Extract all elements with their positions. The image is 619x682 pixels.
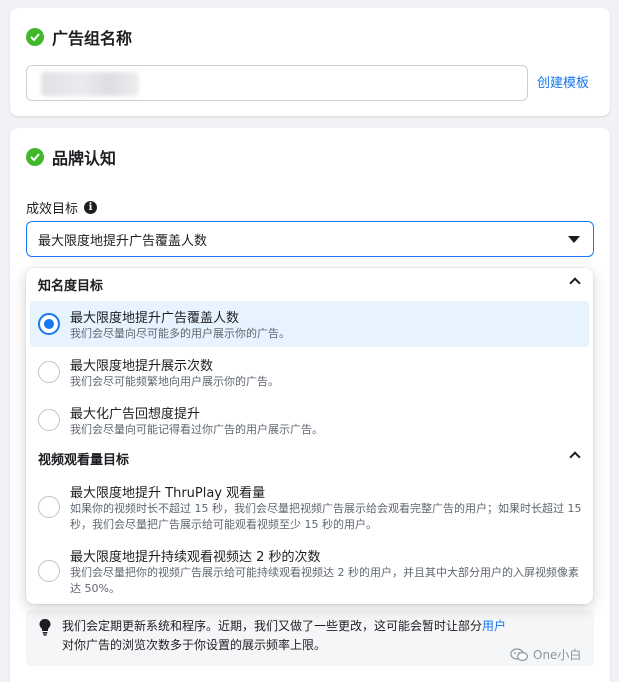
- group-header-label: 视频观看量目标: [38, 452, 130, 468]
- radio-selected[interactable]: [38, 313, 60, 335]
- group-header-awareness[interactable]: 知名度目标: [26, 271, 593, 297]
- ad-group-name-input[interactable]: [26, 65, 528, 101]
- check-circle-icon: [26, 148, 44, 166]
- brand-awareness-title: 品牌认知: [52, 149, 117, 168]
- option-title: 最大限度地提升展示次数: [70, 359, 214, 374]
- option-2s-continuous-views[interactable]: 最大限度地提升持续观看视频达 2 秒的次数 我们会尽量把你的视频广告展示给可能持…: [30, 540, 589, 600]
- notice-text: 我们会定期更新系统和程序。近期，我们又做了一些更改，这可能会暂时让部分用户 对你…: [62, 617, 582, 655]
- notice-text-after: 对你广告的浏览次数多于你设置的展示频率上限。: [62, 638, 327, 652]
- option-title: 最大限度地提升 ThruPlay 观看量: [70, 486, 266, 501]
- option-description: 如果你的视频时长不超过 15 秒，我们会尽量把视频广告展示给会观看完整广告的用户…: [70, 502, 582, 531]
- ad-group-name-title: 广告组名称: [52, 29, 133, 48]
- watermark: One小白: [510, 646, 581, 663]
- goal-label-row: 成效目标 i: [26, 198, 98, 217]
- ad-group-name-header: 广告组名称: [26, 25, 132, 49]
- radio-unselected[interactable]: [38, 560, 60, 582]
- option-description: 我们会尽量向可能记得看过你广告的用户展示广告。: [70, 423, 323, 436]
- option-title: 最大化广告回想度提升: [70, 407, 201, 422]
- watermark-text: One小白: [533, 648, 582, 662]
- group-header-video-views[interactable]: 视频观看量目标: [26, 445, 593, 471]
- notice-text-main: 我们会定期更新系统和程序。近期，我们又做了一些更改，这可能会暂时让部分: [62, 619, 483, 633]
- group-header-label: 知名度目标: [38, 278, 104, 294]
- create-template-link[interactable]: 创建模板: [537, 72, 589, 91]
- chevron-up-icon: [569, 451, 581, 463]
- option-maximize-impressions[interactable]: 最大限度地提升展示次数 我们会尽可能频繁地向用户展示你的广告。: [30, 349, 589, 395]
- option-ad-recall-lift[interactable]: 最大化广告回想度提升 我们会尽量向可能记得看过你广告的用户展示广告。: [30, 397, 589, 443]
- brand-awareness-header: 品牌认知: [26, 145, 116, 169]
- goal-dropdown-menu: 知名度目标 最大限度地提升广告覆盖人数 我们会尽量向尽可能多的用户展示你的广告。…: [26, 268, 593, 604]
- check-circle-icon: [26, 28, 44, 46]
- option-description: 我们会尽量把你的视频广告展示给可能持续观看视频达 2 秒的用户，并且其中大部分用…: [70, 566, 579, 595]
- radio-unselected[interactable]: [38, 361, 60, 383]
- radio-unselected[interactable]: [38, 409, 60, 431]
- option-title: 最大限度地提升广告覆盖人数: [70, 311, 240, 326]
- goal-select-value: 最大限度地提升广告覆盖人数: [38, 233, 208, 249]
- ad-group-name-card: 广告组名称 创建模板: [10, 8, 610, 116]
- system-update-notice: 我们会定期更新系统和程序。近期，我们又做了一些更改，这可能会暂时让部分用户 对你…: [26, 610, 594, 666]
- wechat-icon: [510, 647, 528, 661]
- radio-unselected[interactable]: [38, 496, 60, 518]
- info-icon[interactable]: i: [84, 201, 98, 214]
- notice-users-link[interactable]: 用户: [482, 619, 506, 633]
- option-maximize-reach[interactable]: 最大限度地提升广告覆盖人数 我们会尽量向尽可能多的用户展示你的广告。: [30, 301, 589, 347]
- lightbulb-icon: [39, 619, 51, 636]
- goal-select[interactable]: 最大限度地提升广告覆盖人数: [26, 221, 594, 257]
- caret-down-icon: [568, 236, 580, 243]
- goal-label: 成效目标: [26, 202, 79, 217]
- option-description: 我们会尽量向尽可能多的用户展示你的广告。: [70, 327, 290, 340]
- chevron-up-icon: [569, 277, 581, 289]
- blurred-name-value: [41, 72, 139, 96]
- option-thruplay-views[interactable]: 最大限度地提升 ThruPlay 观看量 如果你的视频时长不超过 15 秒，我们…: [30, 476, 589, 536]
- option-description: 我们会尽可能频繁地向用户展示你的广告。: [70, 375, 279, 388]
- option-title: 最大限度地提升持续观看视频达 2 秒的次数: [70, 550, 321, 565]
